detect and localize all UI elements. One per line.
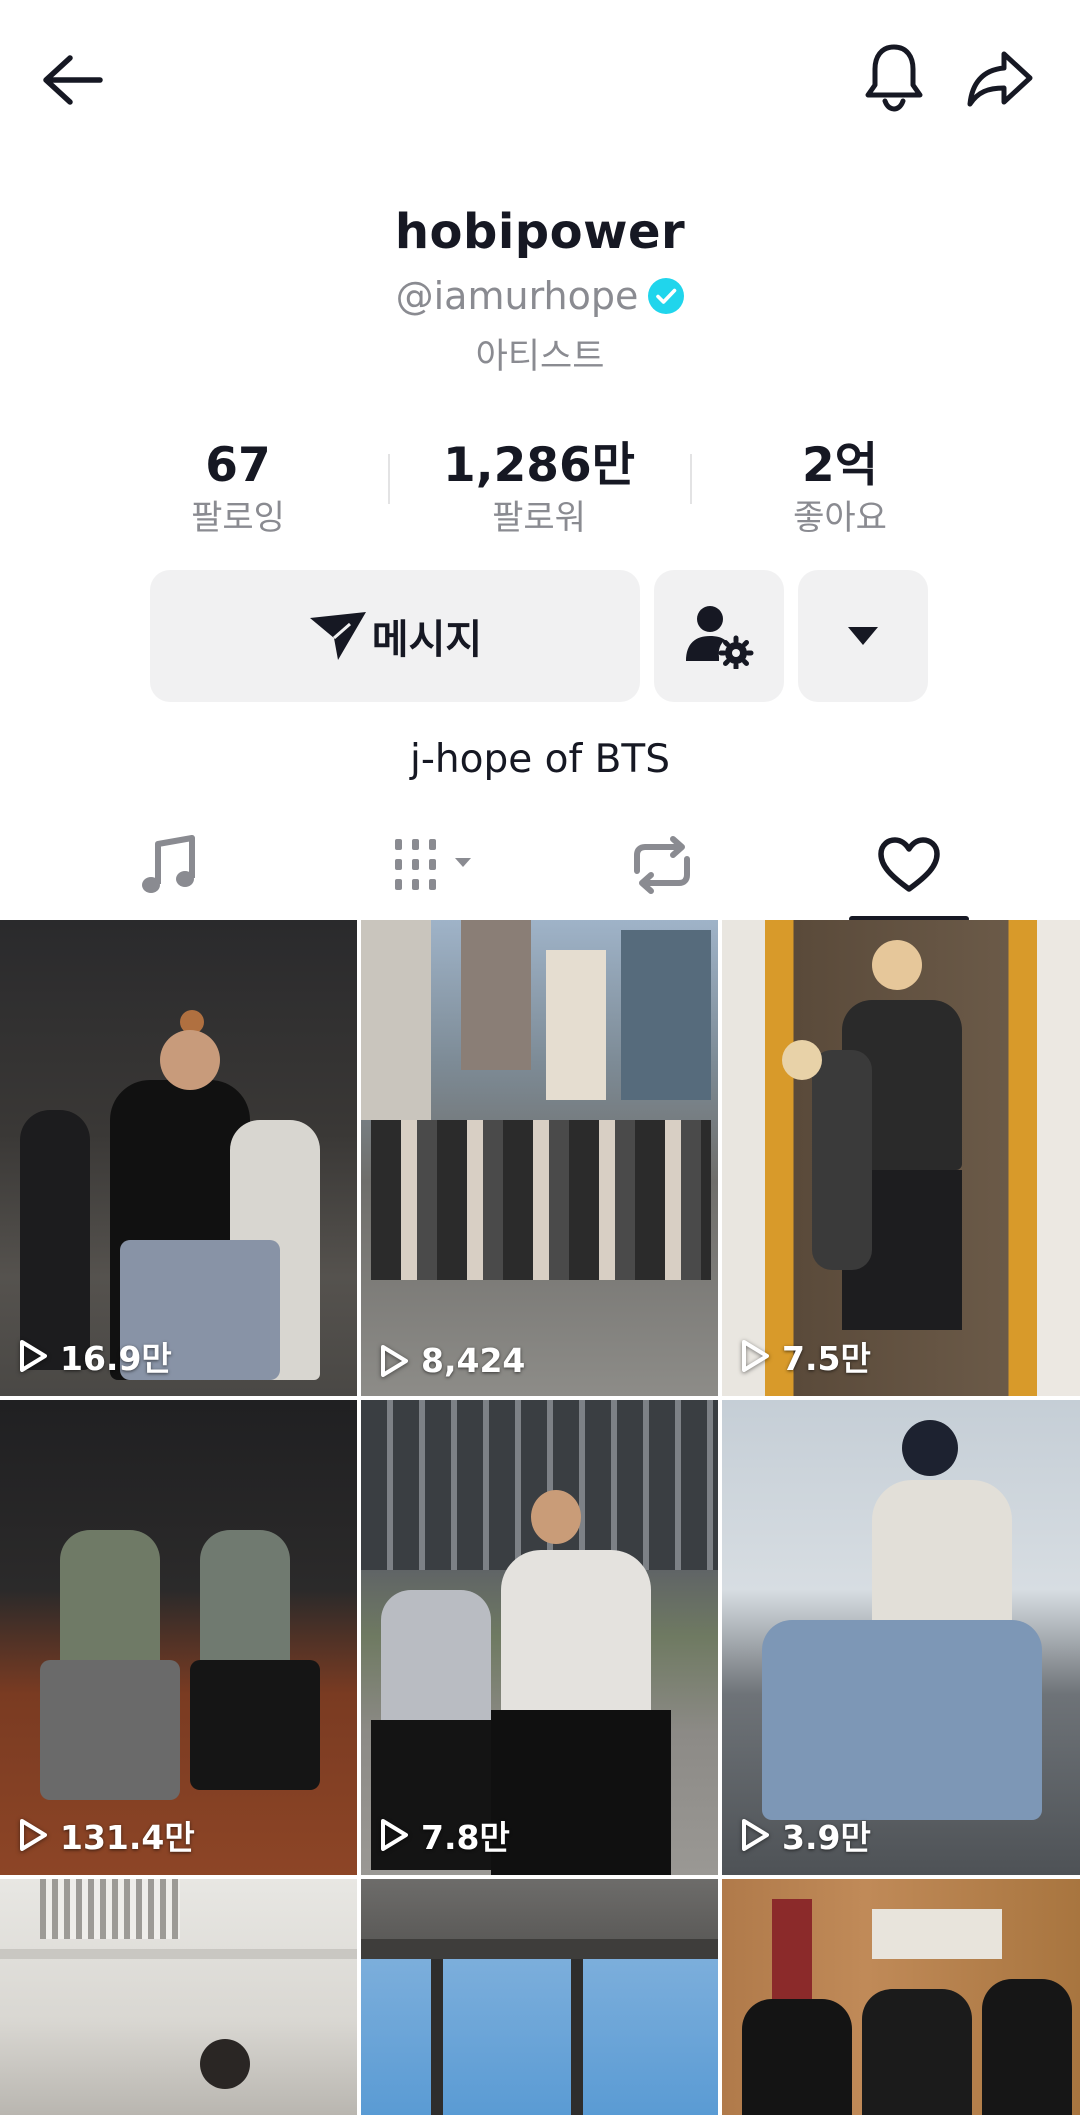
view-count-label: 7.5만 <box>782 1339 871 1378</box>
likes-label: 좋아요 <box>793 498 887 538</box>
top-bar <box>0 0 1080 160</box>
tab-reposts[interactable] <box>602 808 722 922</box>
video-thumbnail[interactable] <box>722 1879 1080 2115</box>
play-icon <box>20 1819 47 1851</box>
account-category: 아티스트 <box>475 337 605 377</box>
video-thumbnail[interactable]: 8,424 <box>361 920 718 1396</box>
likes-stat[interactable]: 2억 좋아요 <box>720 436 960 540</box>
video-thumbnail[interactable] <box>0 1879 357 2115</box>
share-arrow-icon <box>967 51 1033 107</box>
followers-count: 1,286만 <box>443 438 635 493</box>
content-tabs <box>0 808 1080 922</box>
profile-bio: j-hope of BTS <box>410 737 670 782</box>
repost-icon <box>634 836 690 894</box>
view-count-label: 131.4만 <box>60 1818 195 1857</box>
video-thumbnail[interactable]: 3.9만 <box>722 1400 1080 1875</box>
following-count: 67 <box>205 438 271 493</box>
view-count-label: 8,424 <box>421 1341 526 1380</box>
tab-videos[interactable] <box>364 808 504 922</box>
view-count-label: 16.9만 <box>60 1339 172 1378</box>
followers-stat[interactable]: 1,286만 팔로워 <box>419 436 659 540</box>
video-thumbnail-image <box>361 1879 718 2115</box>
view-count: 131.4만 <box>18 1811 195 1859</box>
video-thumbnail-image <box>722 920 1080 1396</box>
view-count-label: 7.8만 <box>421 1818 510 1857</box>
video-grid: 16.9만 8,424 7.5만 131.4만 7.8만 3.9만 <box>0 920 1080 2115</box>
message-button[interactable]: 메시지 <box>150 570 640 702</box>
bell-icon <box>865 44 923 112</box>
play-icon <box>742 1819 769 1851</box>
notification-bell-button[interactable] <box>852 36 936 120</box>
view-count-label: 3.9만 <box>782 1818 871 1857</box>
profile-header: hobipower @iamurhope 아티스트 <box>0 200 1080 382</box>
profile-actions: 메시지 <box>0 570 1080 702</box>
video-thumbnail-image <box>0 920 357 1396</box>
video-thumbnail-image <box>0 1400 357 1875</box>
send-icon <box>309 612 366 660</box>
view-count: 7.8만 <box>379 1811 510 1859</box>
back-button[interactable] <box>30 38 114 122</box>
heart-icon <box>878 837 940 892</box>
profile-stats: 67 팔로잉 1,286만 팔로워 2억 좋아요 <box>0 436 1080 546</box>
handle-row: @iamurhope <box>0 268 1080 324</box>
video-thumbnail-image <box>722 1879 1080 2115</box>
video-thumbnail-image <box>722 1400 1080 1875</box>
play-icon <box>381 1344 408 1377</box>
video-thumbnail-image <box>361 920 718 1396</box>
video-thumbnail-image <box>0 1879 357 2115</box>
share-button[interactable] <box>958 36 1042 120</box>
video-thumbnail[interactable]: 131.4만 <box>0 1400 357 1875</box>
play-icon <box>20 1340 47 1372</box>
following-stat[interactable]: 67 팔로잉 <box>118 436 358 540</box>
video-thumbnail-image <box>361 1400 718 1875</box>
view-count: 3.9만 <box>740 1811 871 1859</box>
username-handle: @iamurhope <box>395 274 639 318</box>
view-count: 7.5만 <box>740 1332 871 1380</box>
verified-check-icon <box>648 278 685 314</box>
message-button-label: 메시지 <box>371 617 483 663</box>
stat-divider <box>388 454 390 504</box>
stat-divider <box>690 454 692 504</box>
video-thumbnail[interactable] <box>361 1879 718 2115</box>
caret-down-icon <box>848 627 878 645</box>
music-note-icon <box>142 835 195 893</box>
play-icon <box>742 1340 769 1372</box>
user-gear-icon <box>686 606 754 669</box>
tab-music[interactable] <box>108 808 228 922</box>
arrow-left-icon <box>43 55 103 105</box>
grid-filter-icon <box>395 839 471 890</box>
video-thumbnail[interactable]: 16.9만 <box>0 920 357 1396</box>
display-name: hobipower <box>394 204 686 260</box>
friend-settings-button[interactable] <box>654 570 784 702</box>
likes-count: 2억 <box>802 438 878 493</box>
video-thumbnail[interactable]: 7.8만 <box>361 1400 718 1875</box>
more-options-button[interactable] <box>798 570 928 702</box>
view-count: 16.9만 <box>18 1332 172 1380</box>
video-thumbnail[interactable]: 7.5만 <box>722 920 1080 1396</box>
tab-liked[interactable] <box>849 808 969 922</box>
following-label: 팔로잉 <box>191 498 285 538</box>
view-count: 8,424 <box>379 1341 525 1380</box>
play-icon <box>381 1819 408 1851</box>
followers-label: 팔로워 <box>492 498 586 538</box>
